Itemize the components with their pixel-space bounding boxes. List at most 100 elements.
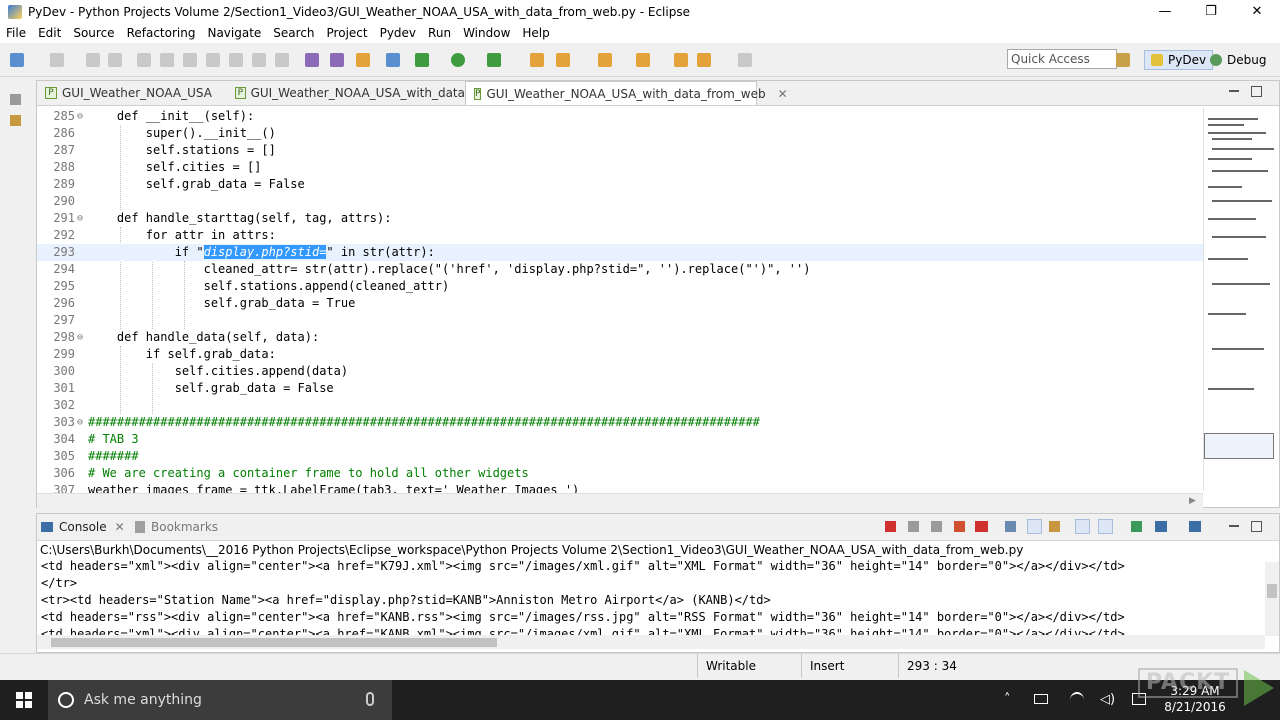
scroll-right-icon[interactable]: ▶: [1189, 496, 1196, 506]
fold-icon[interactable]: ⊖: [77, 108, 83, 125]
minimize-view-icon[interactable]: [1229, 525, 1239, 527]
minimize-button[interactable]: —: [1142, 0, 1188, 23]
open-console-icon[interactable]: [1189, 521, 1201, 532]
show-on-error-icon[interactable]: [1098, 519, 1113, 534]
pin-console-icon[interactable]: [1131, 521, 1142, 532]
forward-icon[interactable]: [738, 53, 752, 67]
suspend-icon[interactable]: [160, 53, 174, 67]
step-return-icon[interactable]: [275, 53, 289, 67]
close-console-icon[interactable]: ✕: [115, 520, 125, 534]
debug-icon[interactable]: [415, 53, 429, 67]
scroll-lock-icon[interactable]: [1027, 519, 1042, 534]
tab-gui-weather-noaa-usa-with-data-from-web[interactable]: P GUI_Weather_NOAA_USA_with_data_from_we…: [465, 81, 788, 105]
save-icon[interactable]: [86, 53, 100, 67]
fold-icon[interactable]: ⊖: [77, 414, 83, 431]
eclipse-app-icon: [8, 4, 22, 19]
word-wrap-icon[interactable]: [1049, 521, 1060, 532]
console-vertical-scrollbar[interactable]: [1265, 562, 1279, 636]
open-type-icon[interactable]: [386, 53, 400, 67]
stop-icon[interactable]: [954, 521, 965, 532]
step-into-icon[interactable]: [229, 53, 243, 67]
next-annotation-icon[interactable]: [598, 53, 612, 67]
battery-icon[interactable]: [1034, 694, 1048, 704]
format-icon[interactable]: [330, 53, 344, 67]
disconnect-icon[interactable]: [206, 53, 220, 67]
status-cursor-position: 293 : 34: [898, 654, 1017, 678]
last-edit-icon[interactable]: [674, 53, 688, 67]
stop-all-icon[interactable]: [975, 521, 988, 532]
perspective-pydev[interactable]: PyDev: [1144, 50, 1214, 70]
menu-run[interactable]: Run: [422, 26, 457, 40]
scroll-thumb[interactable]: [51, 638, 497, 647]
tab-gui-weather-noaa-usa-with-data[interactable]: P GUI_Weather_NOAA_USA_with_data: [227, 81, 465, 105]
terminate-icon[interactable]: [183, 53, 197, 67]
edit-icon[interactable]: [556, 53, 570, 67]
new-project-icon[interactable]: [50, 53, 64, 67]
code-line: 295 self.stations.append(cleaned_attr): [53, 279, 450, 293]
package-explorer-icon[interactable]: [10, 115, 21, 126]
minimap-viewport[interactable]: [1204, 433, 1274, 459]
save-all-icon[interactable]: [108, 53, 122, 67]
menu-help[interactable]: Help: [516, 26, 555, 40]
menu-search[interactable]: Search: [267, 26, 320, 40]
python-icon[interactable]: [356, 53, 370, 67]
selected-text: display.php?stid=: [203, 245, 327, 259]
fold-icon[interactable]: ⊖: [77, 329, 83, 346]
display-console-icon[interactable]: [1155, 521, 1167, 532]
show-on-output-icon[interactable]: [1075, 519, 1090, 534]
maximize-view-icon[interactable]: [1251, 86, 1262, 97]
maximize-view-icon[interactable]: [1251, 521, 1262, 532]
windows-taskbar: Ask me anything ˄ ◁) 3:29 AM 8/21/2016: [0, 680, 1280, 720]
windows-start-icon[interactable]: [16, 692, 32, 708]
console-horizontal-scrollbar[interactable]: [37, 635, 1265, 649]
external-tools-icon[interactable]: [487, 53, 501, 67]
minimize-view-icon[interactable]: [1229, 90, 1239, 92]
clear-console-icon[interactable]: [1005, 521, 1016, 532]
close-tab-icon[interactable]: ✕: [778, 87, 788, 101]
title-bar: PyDev - Python Projects Volume 2/Section…: [0, 0, 1280, 23]
perspective-debug[interactable]: Debug: [1210, 50, 1266, 70]
code-minimap[interactable]: [1203, 108, 1276, 491]
menu-refactoring[interactable]: Refactoring: [121, 26, 202, 40]
tab-bookmarks[interactable]: Bookmarks: [135, 518, 218, 536]
tab-gui-weather-noaa-usa[interactable]: P GUI_Weather_NOAA_USA: [37, 81, 227, 105]
menu-pydev[interactable]: Pydev: [374, 26, 422, 40]
console-panel: Console ✕ Bookmarks C:\Users\Burkh\Docum…: [36, 513, 1280, 653]
wifi-icon[interactable]: [1070, 692, 1084, 708]
menu-file[interactable]: File: [0, 26, 32, 40]
back-icon[interactable]: [697, 53, 711, 67]
remove-all-icon[interactable]: [931, 521, 942, 532]
tab-console[interactable]: Console ✕: [41, 518, 125, 536]
perspective-pydev-label: PyDev: [1168, 53, 1207, 67]
editor-panel: P GUI_Weather_NOAA_USA P GUI_Weather_NOA…: [36, 80, 1280, 508]
run-icon[interactable]: [451, 53, 465, 67]
menu-edit[interactable]: Edit: [32, 26, 67, 40]
show-hidden-icons[interactable]: ˄: [1004, 692, 1011, 707]
new-icon[interactable]: [10, 53, 24, 67]
previous-annotation-icon[interactable]: [636, 53, 650, 67]
fold-icon[interactable]: ⊖: [77, 210, 83, 227]
maximize-button[interactable]: ❐: [1188, 0, 1234, 23]
resume-icon[interactable]: [137, 53, 151, 67]
code-line: 296 self.grab_data = True: [53, 296, 356, 310]
code-editor[interactable]: 285 ⊖ def __init__(self): 286 super().__i…: [37, 108, 1203, 493]
restore-icon[interactable]: [10, 94, 21, 105]
open-perspective-button[interactable]: [1116, 50, 1130, 70]
menu-source[interactable]: Source: [67, 26, 120, 40]
menu-window[interactable]: Window: [457, 26, 516, 40]
cortana-search-box[interactable]: Ask me anything: [48, 680, 392, 720]
microphone-icon[interactable]: [366, 692, 374, 706]
code-line: 292 for attr in attrs:: [53, 228, 276, 242]
editor-horizontal-scrollbar[interactable]: ▶: [37, 493, 1203, 508]
step-over-icon[interactable]: [252, 53, 266, 67]
menu-navigate[interactable]: Navigate: [201, 26, 267, 40]
remove-launch-icon[interactable]: [908, 521, 919, 532]
terminate-icon[interactable]: [885, 521, 896, 532]
open-folder-icon[interactable]: [530, 53, 544, 67]
close-button[interactable]: ✕: [1234, 0, 1280, 23]
quick-access-input[interactable]: Quick Access: [1007, 49, 1117, 69]
toggle-comment-icon[interactable]: [305, 53, 319, 67]
menu-project[interactable]: Project: [321, 26, 374, 40]
volume-icon[interactable]: ◁): [1100, 692, 1115, 707]
scroll-thumb[interactable]: [1267, 584, 1277, 598]
